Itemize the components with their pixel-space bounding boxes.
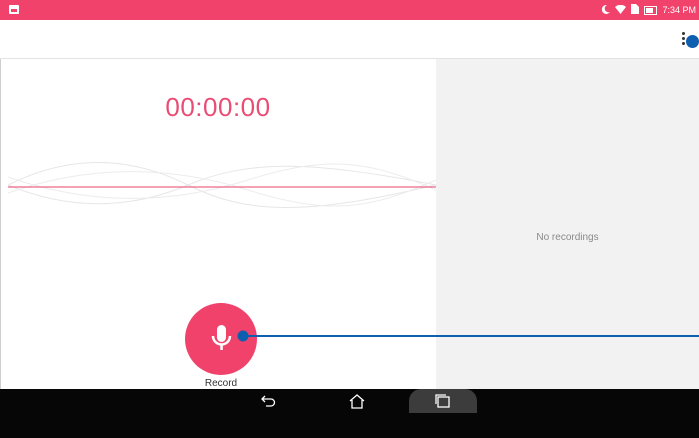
home-icon: [349, 393, 365, 409]
waveform-display: [8, 162, 436, 208]
recording-timer: 00:00:00: [165, 92, 271, 122]
home-button[interactable]: [339, 389, 375, 413]
status-bar: 7:34 PM: [0, 0, 699, 20]
recent-apps-button[interactable]: [425, 389, 461, 413]
back-icon: [261, 395, 276, 407]
screenshot-icon: [9, 5, 19, 14]
record-button[interactable]: [185, 303, 257, 375]
sim-icon: [631, 4, 640, 16]
moon-icon: [602, 4, 611, 16]
navigation-bar: [0, 389, 699, 438]
back-button[interactable]: [250, 389, 286, 413]
battery-icon: [644, 5, 658, 15]
microphone-icon: [211, 325, 232, 350]
recent-apps-icon: [435, 394, 450, 408]
recordings-list-pane: [436, 59, 699, 389]
record-label: Record: [204, 378, 238, 389]
wifi-icon: [615, 4, 627, 16]
empty-recordings-text: No recordings: [536, 232, 599, 243]
status-indicators: 7:34 PM: [602, 0, 696, 20]
status-time: 7:34 PM: [662, 5, 696, 15]
app-toolbar: [0, 20, 699, 59]
pointer-marker-top: [686, 35, 699, 48]
